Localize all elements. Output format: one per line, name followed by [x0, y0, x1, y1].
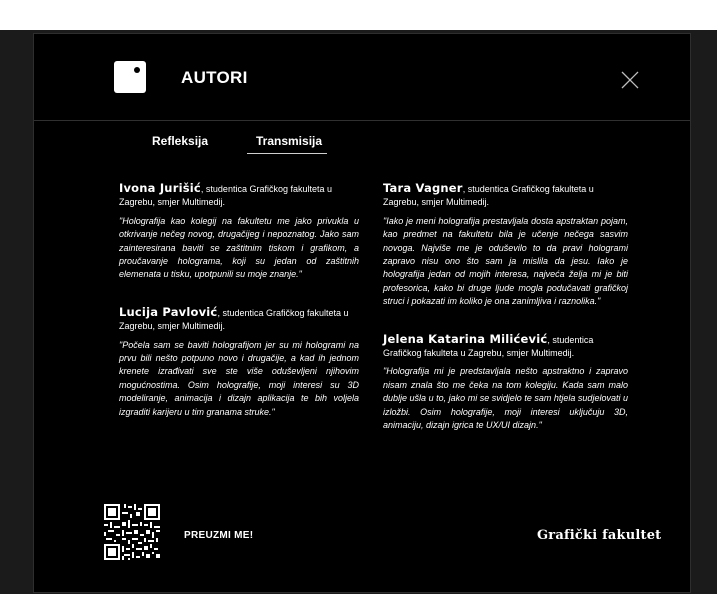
- author-quote: "Holografija kao kolegij na fakultetu me…: [119, 215, 359, 280]
- author-heading: Jelena Katarina Milićević, studentica Gr…: [383, 331, 628, 361]
- authors-column-left: Ivona Jurišić, studentica Grafičkog faku…: [119, 181, 359, 443]
- tab-bar: Refleksija Transmisija: [34, 131, 690, 161]
- faculty-link[interactable]: Grafički fakultet: [537, 528, 661, 543]
- modal-title: AUTORI: [181, 68, 248, 87]
- author-name: Lucija Pavlović: [119, 304, 218, 319]
- tab-transmisija[interactable]: Transmisija: [256, 134, 322, 148]
- page-top-strip: [0, 0, 717, 30]
- author-quote: "Holografija mi je predstavljala nešto a…: [383, 366, 628, 431]
- authors-modal: AUTORI Refleksija Transmisija Ivona Juri…: [33, 33, 691, 593]
- author-card: Ivona Jurišić, studentica Grafičkog faku…: [119, 181, 359, 282]
- authors-column-right: Tara Vagner, studentica Grafičkog fakult…: [383, 181, 628, 457]
- author-card: Tara Vagner, studentica Grafičkog fakult…: [383, 181, 628, 309]
- author-name: Ivona Jurišić: [119, 181, 201, 195]
- qr-code-icon[interactable]: [104, 504, 160, 560]
- author-quote: "Iako je meni holografija prestavljala d…: [383, 215, 628, 307]
- author-card: Jelena Katarina Milićević, studentica Gr…: [383, 331, 628, 433]
- page-bottom-strip: [0, 594, 717, 608]
- author-name: Tara Vagner: [383, 181, 463, 195]
- square-logo-icon: [114, 61, 146, 93]
- download-link[interactable]: PREUZMI ME!: [184, 530, 253, 541]
- active-tab-indicator: [247, 153, 327, 154]
- close-icon[interactable]: [620, 70, 640, 90]
- author-name: Jelena Katarina Milićević: [383, 331, 548, 346]
- author-heading: Lucija Pavlović, studentica Grafičkog fa…: [119, 304, 359, 334]
- author-heading: Tara Vagner, studentica Grafičkog fakult…: [383, 181, 628, 210]
- author-heading: Ivona Jurišić, studentica Grafičkog faku…: [119, 181, 359, 210]
- tab-refleksija[interactable]: Refleksija: [152, 134, 208, 148]
- author-card: Lucija Pavlović, studentica Grafičkog fa…: [119, 304, 359, 419]
- modal-header: AUTORI: [34, 34, 690, 121]
- author-quote: "Počela sam se baviti holografijom jer s…: [119, 339, 359, 417]
